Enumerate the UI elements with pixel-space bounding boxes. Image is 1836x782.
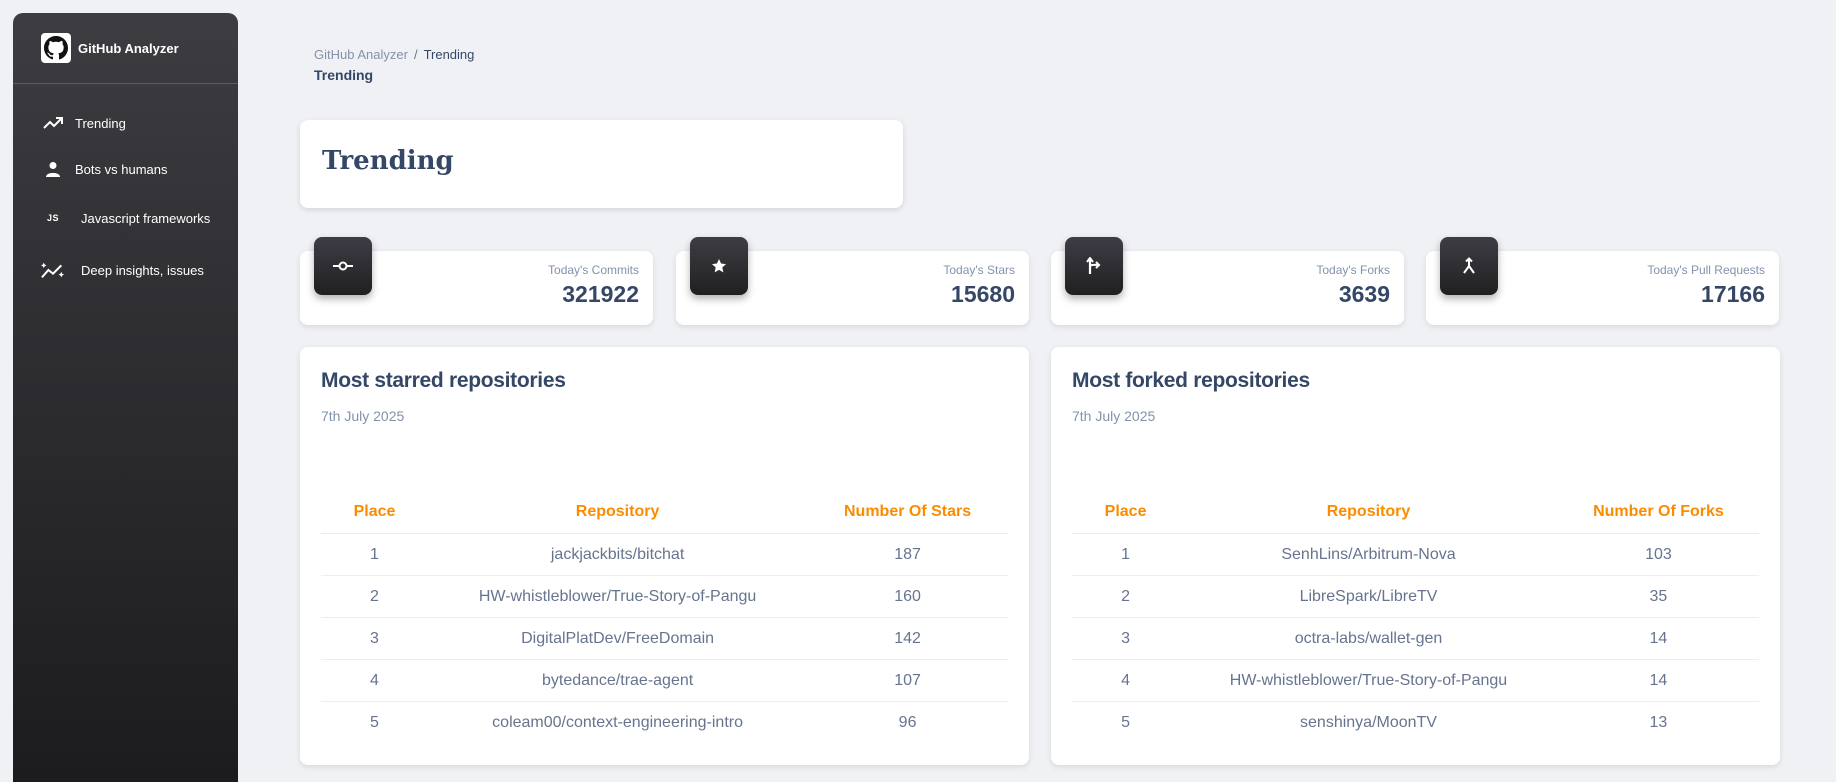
sidebar-item-bots-vs-humans[interactable]: Bots vs humans — [13, 146, 238, 192]
forks-cell: 14 — [1557, 659, 1759, 702]
column-header: Place — [321, 491, 429, 534]
repository-cell[interactable]: bytedance/trae-agent — [428, 659, 808, 702]
panel-date: 7th July 2025 — [321, 408, 405, 424]
js-icon: JS — [46, 213, 59, 223]
most-forked-panel: Most forked repositories 7th July 2025 P… — [1051, 347, 1780, 765]
repository-cell[interactable]: octra-labs/wallet-gen — [1179, 617, 1558, 660]
forks-cell: 35 — [1557, 575, 1759, 618]
stat-card-stars: Today's Stars 15680 — [676, 237, 1029, 325]
column-header: Repository — [1179, 491, 1558, 534]
repository-cell[interactable]: SenhLins/Arbitrum-Nova — [1179, 533, 1558, 576]
stat-card-forks: Today's Forks 3639 — [1051, 237, 1404, 325]
sidebar-item-trending[interactable]: Trending — [13, 100, 238, 146]
table-header-row: Place Repository Number Of Stars — [321, 491, 1008, 534]
repository-cell[interactable]: jackjackbits/bitchat — [428, 533, 808, 576]
sidebar-item-label: Bots vs humans — [75, 161, 168, 177]
stat-card-pull-requests: Today's Pull Requests 17166 — [1426, 237, 1779, 325]
place-cell: 3 — [1072, 617, 1180, 660]
table-row: 3 octra-labs/wallet-gen 14 — [1072, 617, 1759, 660]
repository-cell[interactable]: DigitalPlatDev/FreeDomain — [428, 617, 808, 660]
table-row: 4 HW-whistleblower/True-Story-of-Pangu 14 — [1072, 659, 1759, 702]
column-header: Repository — [428, 491, 808, 534]
forks-cell: 14 — [1557, 617, 1759, 660]
star-icon — [690, 237, 748, 295]
stat-label: Today's Stars — [943, 263, 1015, 277]
stat-card-commits: Today's Commits 321922 — [300, 237, 653, 325]
panel-title: Most starred repositories — [321, 369, 566, 392]
column-header: Number Of Stars — [807, 491, 1008, 534]
stat-value: 3639 — [1338, 281, 1390, 307]
table-header-row: Place Repository Number Of Forks — [1072, 491, 1759, 534]
person-icon — [41, 161, 65, 177]
table-row: 3 DigitalPlatDev/FreeDomain 142 — [321, 617, 1008, 660]
breadcrumb-separator: / — [413, 47, 418, 62]
table-row: 1 SenhLins/Arbitrum-Nova 103 — [1072, 533, 1759, 576]
stars-cell: 187 — [807, 533, 1008, 576]
stat-value: 321922 — [562, 281, 639, 307]
repository-cell[interactable]: senshinya/MoonTV — [1179, 702, 1558, 744]
column-header: Place — [1072, 491, 1180, 534]
place-cell: 3 — [321, 617, 429, 660]
most-forked-table: Place Repository Number Of Forks 1 SenhLi… — [1072, 491, 1759, 743]
place-cell: 1 — [321, 533, 429, 576]
merge-icon — [1440, 237, 1498, 295]
brand-name: GitHub Analyzer — [78, 40, 179, 56]
table-row: 2 HW-whistleblower/True-Story-of-Pangu 160 — [321, 575, 1008, 618]
place-cell: 5 — [370, 713, 379, 731]
sidebar-item-deep-insights[interactable]: Deep insights, issues — [13, 244, 238, 296]
brand[interactable]: GitHub Analyzer — [13, 13, 238, 84]
sidebar-nav: Trending Bots vs humans JS Javascript fr… — [13, 84, 238, 296]
stat-label: Today's Commits — [548, 263, 639, 277]
table-row: 4 bytedance/trae-agent 107 — [321, 659, 1008, 702]
place-cell: 2 — [1072, 575, 1180, 618]
fork-icon — [1065, 237, 1123, 295]
stat-value: 15680 — [951, 281, 1015, 307]
place-cell: 4 — [321, 659, 429, 702]
table-row: 2 LibreSpark/LibreTV 35 — [1072, 575, 1759, 618]
sidebar-item-label: Javascript frameworks — [81, 210, 211, 226]
repository-cell[interactable]: HW-whistleblower/True-Story-of-Pangu — [1179, 659, 1558, 702]
commit-icon — [314, 237, 372, 295]
breadcrumb-title: Trending — [314, 67, 374, 83]
table-row: 5 coleam00/context-engineering-intro 96 — [321, 702, 1008, 744]
github-logo-icon — [41, 33, 71, 63]
repository-cell[interactable]: HW-whistleblower/True-Story-of-Pangu — [428, 575, 808, 618]
repository-cell[interactable]: coleam00/context-engineering-intro — [428, 702, 807, 744]
sidebar-item-javascript-frameworks[interactable]: JS Javascript frameworks — [13, 192, 238, 244]
forks-cell: 103 — [1557, 533, 1759, 576]
place-cell: 5 — [1121, 713, 1131, 731]
trending-up-icon — [41, 116, 65, 130]
breadcrumb: GitHub Analyzer / Trending — [314, 47, 474, 62]
page-title: Trending — [322, 146, 454, 176]
place-cell: 2 — [321, 575, 429, 618]
table-row: 5 senshinya/MoonTV 13 — [1072, 702, 1759, 744]
breadcrumb-root-link[interactable]: GitHub Analyzer — [314, 47, 408, 62]
breadcrumb-current: Trending — [423, 47, 475, 62]
column-header: Number Of Forks — [1557, 491, 1759, 534]
stars-cell: 96 — [898, 713, 917, 731]
forks-cell: 13 — [1649, 713, 1668, 731]
most-starred-panel: Most starred repositories 7th July 2025 … — [300, 347, 1029, 765]
page-title-card: Trending — [300, 120, 903, 208]
place-cell: 4 — [1072, 659, 1180, 702]
sidebar-item-label: Trending — [75, 115, 126, 131]
sidebar-item-label: Deep insights, issues — [81, 262, 204, 278]
insights-icon — [41, 260, 65, 280]
panel-title: Most forked repositories — [1072, 369, 1310, 392]
most-starred-table: Place Repository Number Of Stars 1 jackja… — [321, 491, 1008, 743]
stars-cell: 142 — [807, 617, 1008, 660]
repository-cell[interactable]: LibreSpark/LibreTV — [1179, 575, 1558, 618]
stat-value: 17166 — [1701, 281, 1765, 307]
place-cell: 1 — [1072, 533, 1180, 576]
stars-cell: 107 — [807, 659, 1008, 702]
stat-label: Today's Pull Requests — [1647, 263, 1765, 277]
sidebar: GitHub Analyzer Trending Bots vs humans … — [13, 13, 238, 782]
panel-date: 7th July 2025 — [1072, 408, 1156, 424]
table-row: 1 jackjackbits/bitchat 187 — [321, 533, 1008, 576]
stat-label: Today's Forks — [1316, 263, 1390, 277]
stars-cell: 160 — [807, 575, 1008, 618]
